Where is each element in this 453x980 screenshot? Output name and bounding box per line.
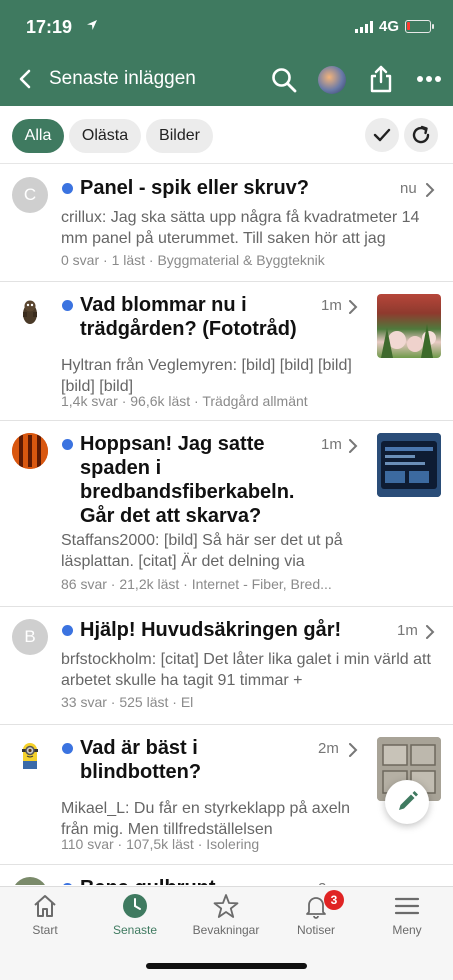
author-avatar: [12, 737, 48, 773]
post-meta: 0 svar · 1 läst · Byggmaterial & Byggtek…: [61, 252, 325, 268]
status-time: 17:19: [26, 17, 73, 37]
tab-home-label: Start: [32, 923, 58, 937]
post-excerpt: brfstockholm: [citat] Det låter lika gal…: [61, 651, 431, 689]
page-title: Senaste inläggen: [49, 68, 196, 89]
tab-menu[interactable]: Meny: [362, 893, 452, 943]
post-excerpt: Mikael_L: Du får en styrkeklapp på axeln…: [61, 800, 351, 838]
chevron-right-icon: [426, 183, 435, 197]
chevron-right-icon: [426, 625, 435, 639]
location-arrow-icon: [87, 20, 97, 30]
unread-indicator: [62, 439, 73, 450]
tab-recent-label: Senaste: [112, 923, 158, 937]
refresh-button[interactable]: [404, 118, 438, 152]
battery-icon: [405, 20, 434, 33]
home-indicator: [146, 963, 307, 969]
chevron-right-icon: [349, 743, 358, 757]
network-type: 4G: [378, 18, 399, 35]
author-avatar: B: [12, 619, 48, 655]
clock-icon: [123, 894, 147, 918]
star-icon: [213, 894, 239, 918]
tab-notices-label: Notiser: [296, 923, 335, 937]
chevron-right-icon: [349, 439, 358, 453]
garden-photo-image: [381, 324, 436, 358]
post-excerpt: Staffans2000: [bild] Så här ser det ut p…: [61, 532, 343, 570]
compose-button[interactable]: [385, 780, 429, 824]
tab-watch[interactable]: Bevakningar: [181, 893, 271, 943]
user-avatar[interactable]: [318, 66, 346, 94]
checkmark-icon: [373, 128, 391, 142]
post-time: 2m: [318, 740, 339, 757]
post-thumbnail[interactable]: [377, 294, 441, 358]
more-options-icon[interactable]: [415, 69, 443, 89]
post-item[interactable]: Bana gulbrunt 2m: [0, 865, 453, 885]
battery-level: [407, 22, 410, 30]
orange-bars-avatar-icon: [12, 433, 48, 469]
refresh-icon: [412, 125, 430, 144]
post-meta: 110 svar · 107,5k läst · Isolering: [61, 836, 260, 852]
post-time: 1m: [397, 622, 418, 639]
author-avatar: [12, 433, 48, 469]
post-item[interactable]: B Hjälp! Huvudsäkringen går! 1m brfstock…: [0, 607, 453, 725]
filter-all-chip[interactable]: Alla: [12, 119, 64, 153]
post-item[interactable]: Hoppsan! Jag satte spaden i bredbandsfib…: [0, 421, 453, 607]
post-time: 1m: [321, 436, 342, 453]
search-icon[interactable]: [270, 66, 298, 94]
post-item[interactable]: C Panel - spik eller skruv? nu crillux: …: [0, 165, 453, 282]
post-title: Vad blommar nu i trädgården? (Fototråd): [80, 294, 297, 340]
status-bar: 17:19 4G: [0, 0, 453, 54]
creature-avatar-icon: [23, 300, 37, 324]
post-time: 2m: [318, 880, 339, 885]
cellular-signal-icon: [354, 20, 373, 33]
post-time: 1m: [321, 297, 342, 314]
mark-read-button[interactable]: [365, 118, 399, 152]
notification-badge: 3: [324, 890, 344, 910]
post-thumbnail[interactable]: [377, 433, 441, 497]
pencil-icon: [399, 791, 418, 810]
author-avatar: [12, 294, 48, 330]
back-arrow-icon[interactable]: [14, 66, 38, 92]
post-excerpt: Hyltran från Veglemyren: [bild] [bild] […: [61, 357, 352, 395]
tab-home[interactable]: Start: [0, 893, 90, 943]
unread-indicator: [62, 743, 73, 754]
post-title: Hjälp! Huvudsäkringen går!: [80, 619, 342, 641]
post-time: nu: [400, 180, 417, 197]
filter-images-chip[interactable]: Bilder: [146, 119, 213, 153]
post-title: Vad är bäst i blindbotten?: [80, 737, 202, 783]
post-title: Hoppsan! Jag satte spaden i bredbandsfib…: [80, 433, 295, 527]
tab-recent[interactable]: Senaste: [90, 893, 180, 943]
unread-indicator: [62, 883, 73, 885]
share-icon[interactable]: [368, 64, 394, 94]
author-avatar: C: [12, 177, 48, 213]
unread-indicator: [62, 625, 73, 636]
chevron-right-icon: [349, 300, 358, 314]
tab-notices[interactable]: 3 Notiser: [271, 890, 361, 943]
hamburger-menu-icon: [394, 897, 420, 915]
filter-unread-chip[interactable]: Olästa: [69, 119, 141, 153]
unread-indicator: [62, 300, 73, 311]
post-meta: 1,4k svar · 96,6k läst · Trädgård allmän…: [61, 393, 308, 409]
unread-indicator: [62, 183, 73, 194]
tablet-screenshot-image: [377, 433, 441, 497]
navigation-bar: Senaste inläggen: [0, 54, 453, 106]
tab-menu-label: Meny: [392, 923, 422, 937]
post-title: Bana gulbrunt: [80, 876, 312, 885]
minion-avatar-icon: [22, 743, 38, 769]
post-item[interactable]: Vad blommar nu i trädgården? (Fototråd) …: [0, 282, 453, 421]
post-feed[interactable]: C Panel - spik eller skruv? nu crillux: …: [0, 165, 453, 885]
home-icon: [34, 895, 56, 917]
post-meta: 86 svar · 21,2k läst · Internet - Fiber,…: [61, 576, 332, 592]
post-excerpt: crillux: Jag ska sätta upp några få kvad…: [61, 209, 420, 247]
author-avatar: [12, 877, 48, 885]
tab-watch-label: Bevakningar: [192, 923, 260, 937]
filter-bar: Alla Olästa Bilder: [0, 106, 453, 164]
post-meta: 33 svar · 525 läst · El: [61, 694, 194, 710]
status-indicators: 4G: [354, 18, 434, 35]
post-title: Panel - spik eller skruv?: [80, 177, 309, 199]
